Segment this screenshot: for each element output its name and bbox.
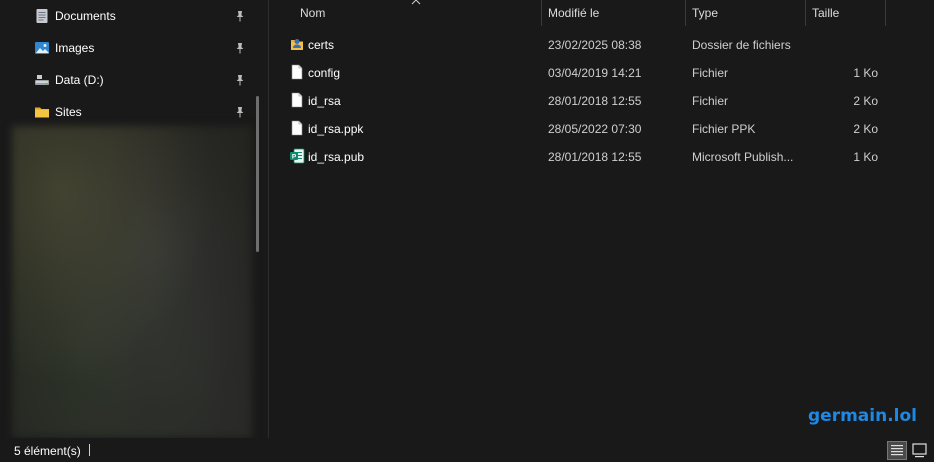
svg-text:P: P [292, 154, 297, 161]
column-header-label: Taille [812, 6, 840, 20]
file-row[interactable]: P id_rsa.pub 28/01/2018 12:55 Microsoft … [283, 142, 893, 170]
nav-item-documents[interactable]: Documents [0, 2, 256, 30]
folder-icon [35, 107, 49, 118]
drive-icon [35, 75, 49, 85]
thumbnails-view-button[interactable] [910, 441, 930, 460]
file-name: id_rsa [308, 94, 341, 108]
file-size: 1 Ko [853, 150, 878, 164]
file-type: Dossier de fichiers [692, 38, 791, 52]
pin-icon[interactable] [234, 106, 246, 118]
file-type: Fichier [692, 94, 729, 108]
nav-item-label: Data (D:) [55, 73, 104, 87]
nav-scrollbar-thumb[interactable] [256, 96, 259, 252]
file-name: config [308, 66, 341, 80]
item-count: 5 élément(s) [14, 444, 81, 458]
file-type: Microsoft Publish... [692, 150, 794, 164]
blurred-nav-region [12, 126, 252, 438]
publisher-file-icon: P [290, 148, 305, 164]
user-folder-icon [291, 39, 303, 50]
file-size: 2 Ko [853, 122, 878, 136]
file-modified: 23/02/2025 08:38 [548, 38, 642, 52]
documents-icon [36, 9, 48, 23]
column-header-label: Modifié le [548, 6, 600, 20]
file-row[interactable]: id_rsa.ppk 28/05/2022 07:30 Fichier PPK … [283, 114, 893, 142]
column-header-label: Nom [300, 6, 326, 20]
file-size: 2 Ko [853, 94, 878, 108]
file-modified: 28/05/2022 07:30 [548, 122, 642, 136]
file-modified: 03/04/2019 14:21 [548, 66, 642, 80]
nav-item-data-drive[interactable]: Data (D:) [0, 66, 256, 94]
nav-item-label: Images [55, 41, 95, 55]
file-row[interactable]: certs 23/02/2025 08:38 Dossier de fichie… [283, 30, 893, 58]
file-name: id_rsa.pub [308, 150, 365, 164]
watermark-logo: germain.lol [808, 406, 917, 426]
file-row[interactable]: id_rsa 28/01/2018 12:55 Fichier 2 Ko [283, 86, 893, 114]
file-explorer-window: Documents Images Data (D:) Sites Nom Mod… [0, 0, 934, 462]
sort-ascending-icon [411, 0, 421, 5]
status-bar: 5 élément(s) [0, 438, 934, 462]
file-icon [291, 64, 303, 80]
nav-item-label: Documents [55, 9, 116, 23]
file-name: certs [308, 38, 335, 52]
column-header-type[interactable]: Type [686, 0, 805, 26]
details-view-icon [891, 445, 903, 456]
file-icon [291, 120, 303, 136]
file-modified: 28/01/2018 12:55 [548, 150, 642, 164]
column-header-size[interactable]: Taille [806, 0, 885, 26]
pictures-icon [35, 42, 49, 54]
file-size: 1 Ko [853, 66, 878, 80]
file-icon [291, 92, 303, 108]
pin-icon[interactable] [234, 74, 246, 86]
pin-icon[interactable] [234, 10, 246, 22]
pin-icon[interactable] [234, 42, 246, 54]
column-header-label: Type [692, 6, 719, 20]
nav-item-label: Sites [55, 105, 82, 119]
column-header-modified[interactable]: Modifié le [542, 0, 685, 26]
file-modified: 28/01/2018 12:55 [548, 94, 642, 108]
column-separator[interactable] [885, 0, 886, 26]
file-list-pane: Nom Modifié le Type Taille certs 23/02/2… [269, 0, 934, 438]
large-icons-view-icon [912, 443, 927, 458]
nav-item-sites[interactable]: Sites [0, 98, 256, 126]
navigation-pane: Documents Images Data (D:) Sites [0, 0, 262, 438]
details-view-button[interactable] [887, 441, 907, 460]
file-name: id_rsa.ppk [308, 122, 364, 136]
file-row[interactable]: config 03/04/2019 14:21 Fichier 1 Ko [283, 58, 893, 86]
status-separator [89, 444, 90, 456]
file-type: Fichier [692, 66, 729, 80]
nav-item-images[interactable]: Images [0, 34, 256, 62]
file-type: Fichier PPK [692, 122, 756, 136]
